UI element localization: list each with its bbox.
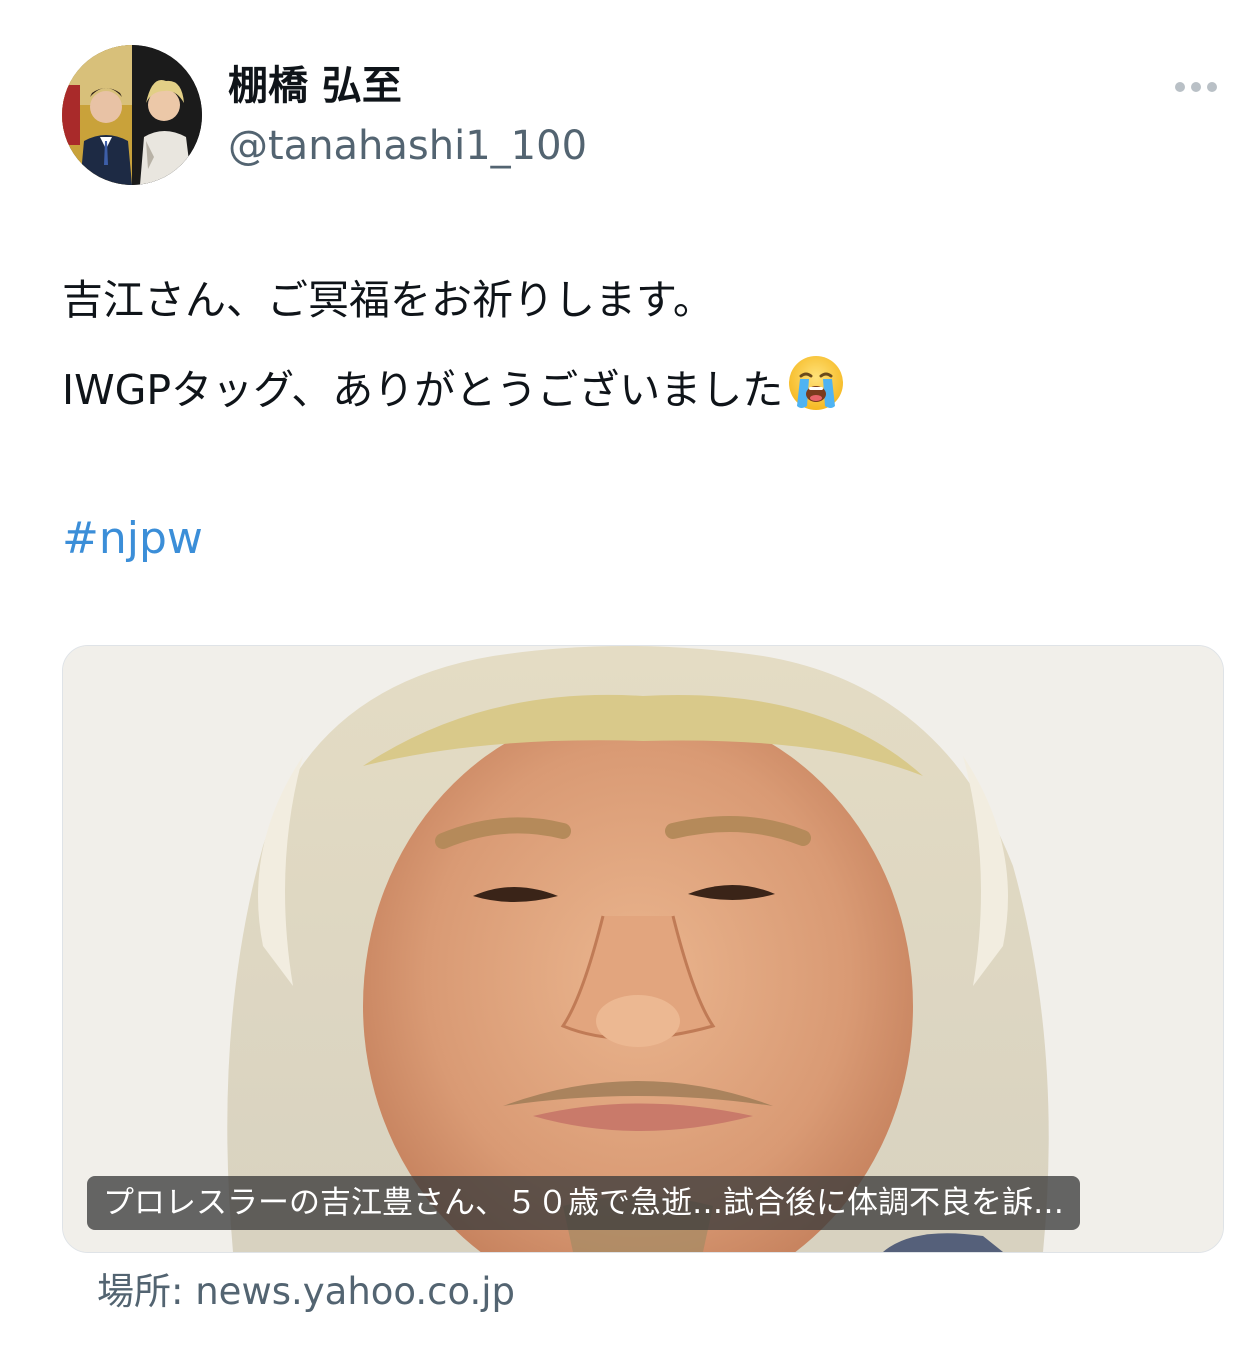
author-handle[interactable]: @tanahashi1_100 — [228, 120, 587, 172]
link-preview-card[interactable]: プロレスラーの吉江豊さん、５０歳で急逝…試合後に体調不良を訴… — [62, 645, 1224, 1253]
link-card-source-domain: news.yahoo.co.jp — [195, 1270, 516, 1313]
loudly-crying-face-icon — [787, 354, 845, 426]
hashtag-link[interactable]: #njpw — [62, 510, 203, 568]
author-avatar[interactable] — [62, 45, 202, 185]
tweet-text-line-1: 吉江さん、ご冥福をお祈りします。 — [62, 276, 714, 324]
tweet-text-line-2-text: IWGPタッグ、ありがとうございました — [62, 366, 784, 414]
more-dots-icon — [1175, 82, 1217, 92]
tweet-text-line-2: IWGPタッグ、ありがとうございました — [62, 354, 845, 426]
link-card-source-prefix: 場所: — [97, 1270, 196, 1313]
avatar-image — [62, 45, 202, 185]
link-card-source[interactable]: 場所: news.yahoo.co.jp — [97, 1268, 515, 1316]
link-card-image — [63, 646, 1223, 1252]
link-card-caption: プロレスラーの吉江豊さん、５０歳で急逝…試合後に体調不良を訴… — [87, 1176, 1080, 1230]
more-options-button[interactable] — [1168, 70, 1224, 104]
author-display-name[interactable]: 棚橋 弘至 — [228, 60, 402, 112]
